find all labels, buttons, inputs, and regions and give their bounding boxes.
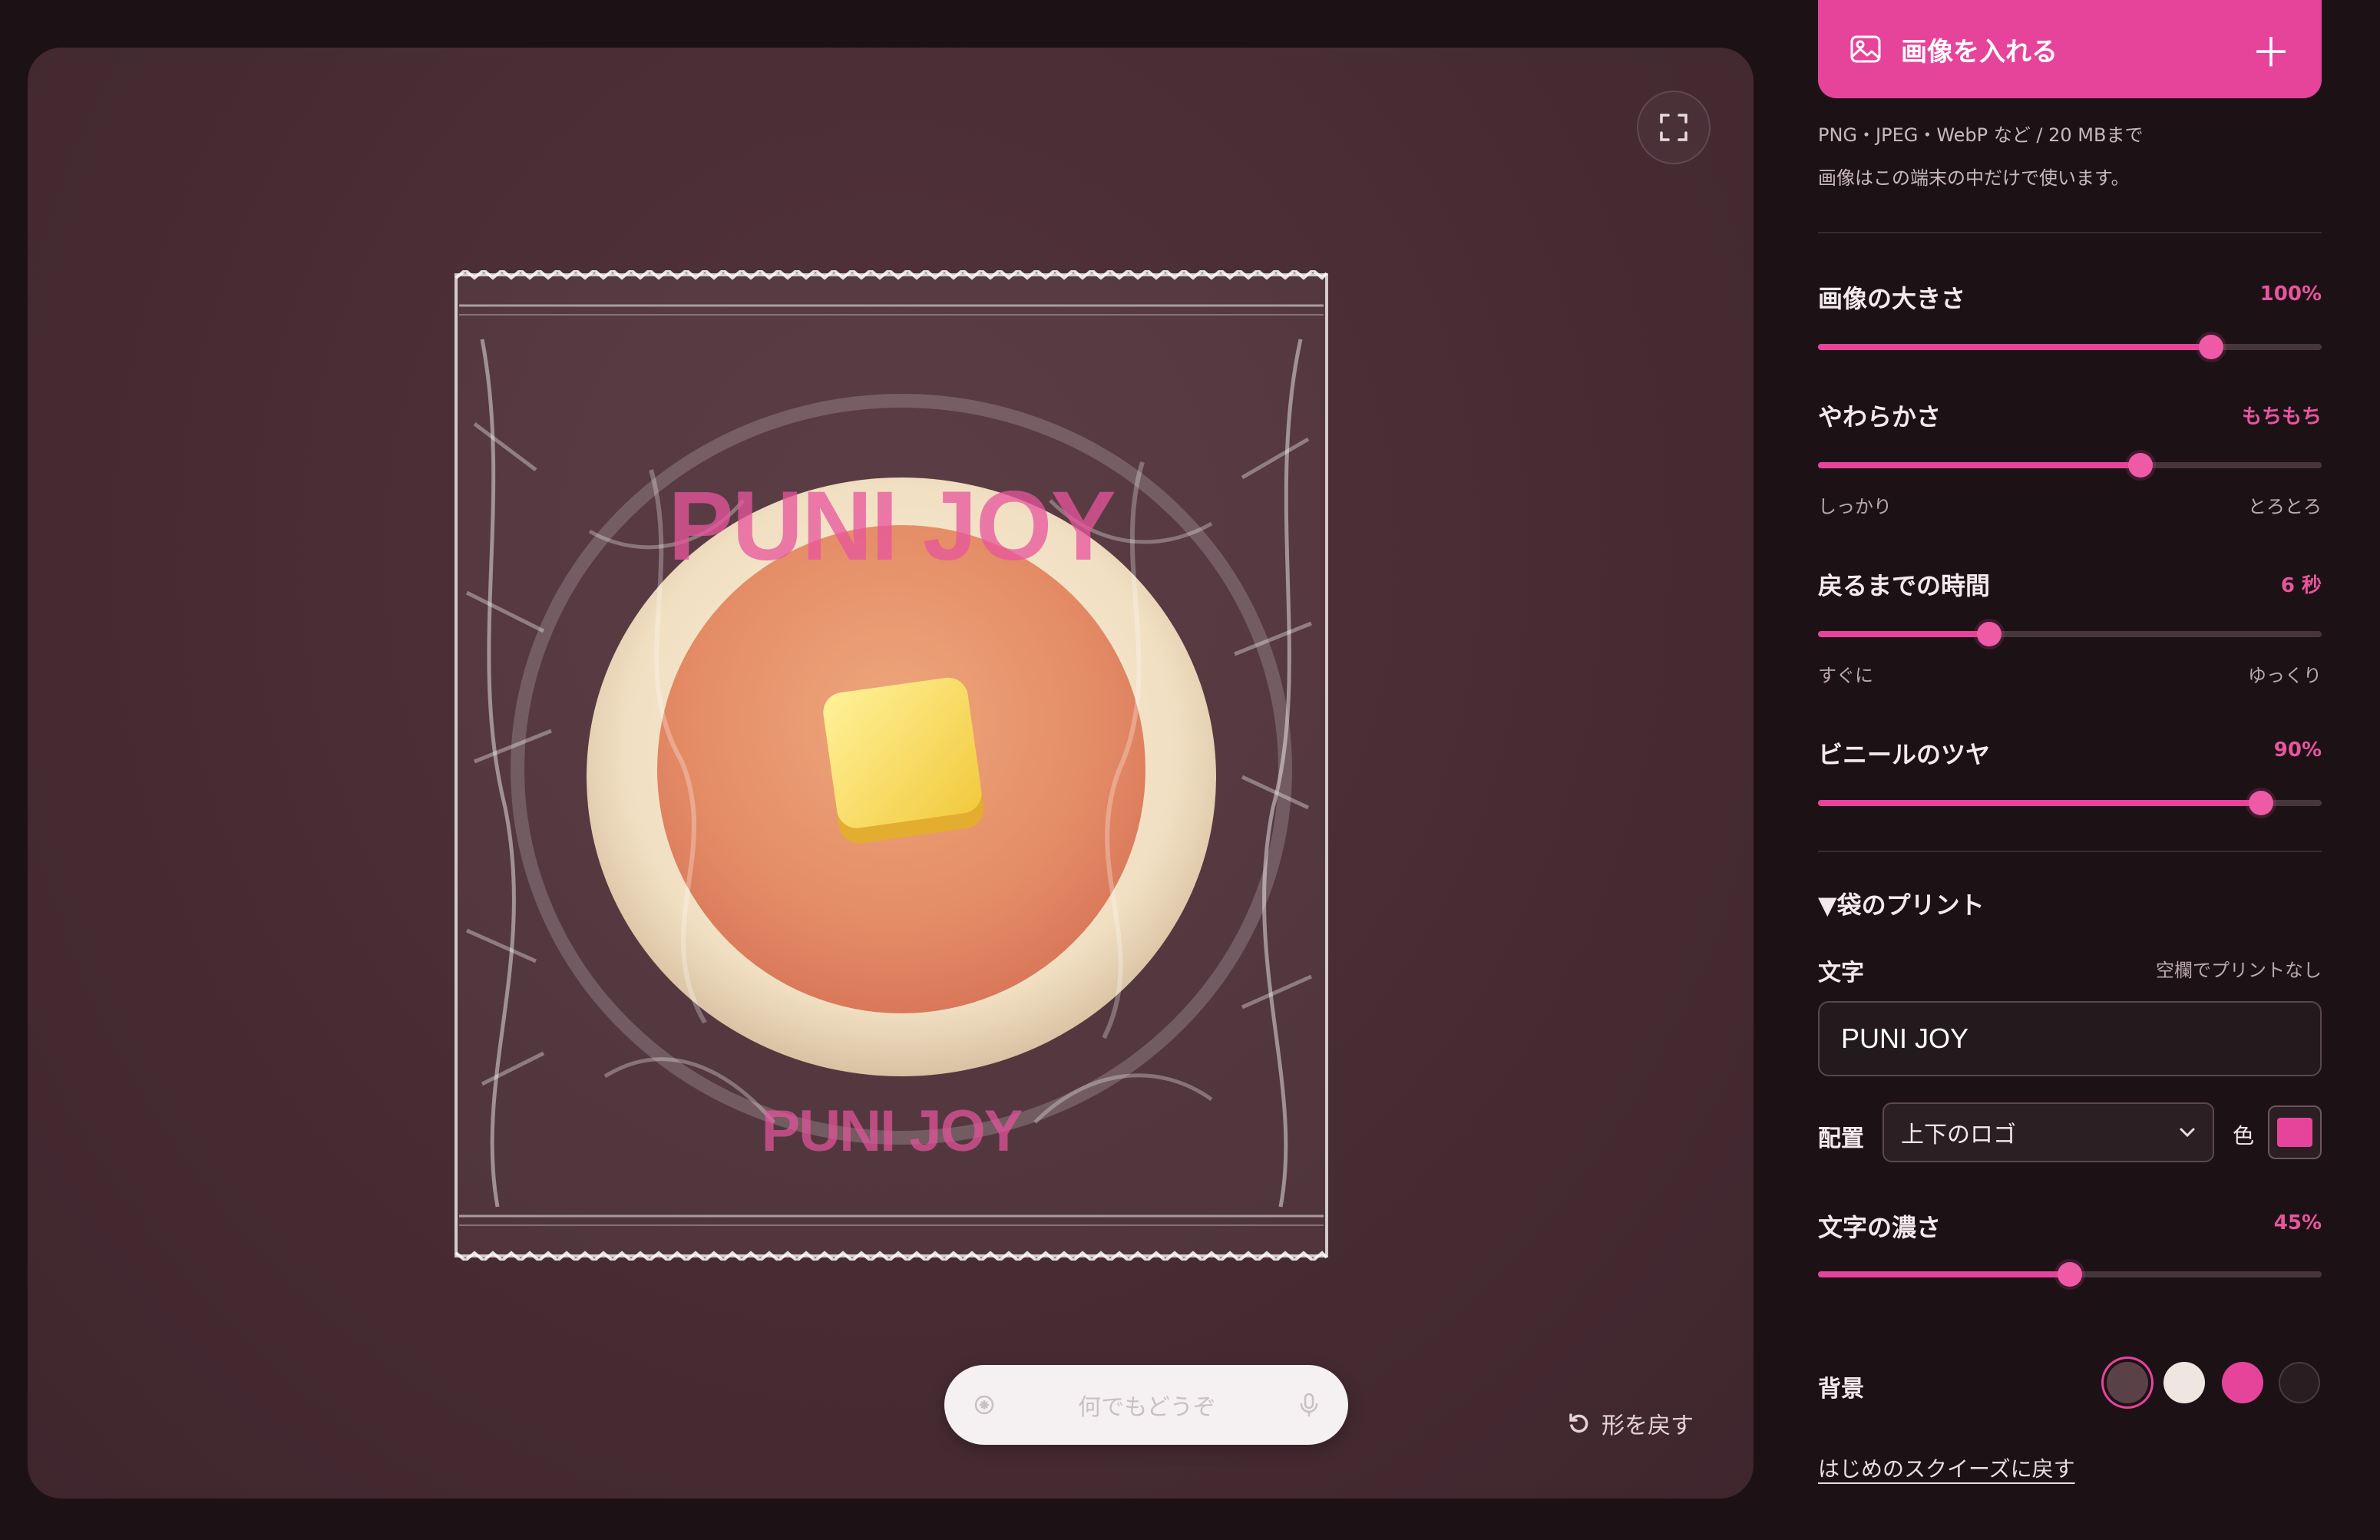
softness-min-label: しっかり	[1818, 496, 1892, 517]
slider-fill	[1818, 1271, 2070, 1277]
background-option[interactable]	[2279, 1362, 2320, 1403]
reset-shape-label: 形を戻す	[1602, 1413, 1694, 1439]
upload-image-button[interactable]: 画像を入れる ＋	[1818, 0, 2322, 98]
color-label: 色	[2233, 1123, 2255, 1148]
print-color-chip	[2277, 1118, 2312, 1147]
upload-label: 画像を入れる	[1901, 36, 2058, 68]
slider-fill	[1818, 344, 2211, 350]
slider-thumb[interactable]	[2249, 791, 2274, 815]
slider-thumb[interactable]	[2198, 335, 2223, 359]
divider	[1818, 851, 2322, 852]
slider-thumb[interactable]	[2127, 453, 2153, 478]
settings-panel: 画像を入れる ＋ PNG・JPEG・WebP など / 20 MBまで 画像はこ…	[1818, 0, 2322, 1540]
slider-fill	[1818, 462, 2140, 468]
softness-max-label: とろとろ	[2248, 496, 2322, 517]
squeeze-bag[interactable]: PUNI JOY PUNI JOY	[451, 270, 1331, 1261]
background-option[interactable]	[2222, 1362, 2263, 1403]
bag-print-top: PUNI JOY	[668, 471, 1116, 581]
layout-label: 配置	[1818, 1125, 1864, 1152]
microphone-icon[interactable]	[1297, 1392, 1321, 1418]
return-time-label: 戻るまでの時間	[1818, 571, 1991, 600]
image-size-slider[interactable]	[1818, 335, 2322, 359]
undo-icon	[1569, 1413, 1588, 1433]
softness-value: もちもち	[2241, 405, 2322, 428]
print-color-picker[interactable]	[2268, 1105, 2322, 1159]
return-time-slider[interactable]	[1818, 622, 2322, 646]
softness-slider[interactable]	[1818, 453, 2322, 478]
assistant-icon	[974, 1395, 994, 1415]
reset-squeeze-link[interactable]: はじめのスクイーズに戻す	[1818, 1452, 2075, 1483]
fullscreen-button[interactable]	[1637, 91, 1711, 164]
bag-print-bottom: PUNI JOY	[761, 1099, 1023, 1164]
plus-icon: ＋	[2250, 30, 2291, 77]
divider	[1818, 232, 2322, 233]
layout-select[interactable]: 上下のロゴ	[1883, 1102, 2214, 1162]
background-option[interactable]	[2107, 1362, 2148, 1403]
slider-fill	[1818, 631, 1990, 637]
softness-label: やわらかさ	[1818, 402, 1942, 431]
return-time-min-label: すぐに	[1818, 665, 1873, 686]
vinyl-gloss-slider[interactable]	[1818, 791, 2322, 815]
fullscreen-icon	[1660, 114, 1687, 141]
slider-fill	[1818, 800, 2262, 806]
vinyl-gloss-value: 90%	[2273, 739, 2322, 762]
prompt-placeholder[interactable]: 何でもどうぞ	[1078, 1388, 1215, 1422]
bag-print-toggle[interactable]: ▼袋のプリント	[1818, 886, 1985, 921]
text-density-value: 45%	[2273, 1211, 2322, 1234]
image-size-label: 画像の大きさ	[1818, 284, 1966, 313]
reset-shape-button[interactable]: 形を戻す	[1568, 1406, 1694, 1440]
image-icon	[1850, 35, 1881, 63]
background-label: 背景	[1818, 1376, 1864, 1403]
slider-thumb[interactable]	[2058, 1262, 2082, 1287]
print-text-label: 文字	[1818, 960, 1864, 986]
background-option[interactable]	[2163, 1362, 2205, 1403]
chevron-down-icon	[2180, 1128, 2195, 1138]
text-density-label: 文字の濃さ	[1818, 1213, 1942, 1242]
image-size-value: 100%	[2259, 283, 2322, 306]
print-text-hint: 空欄でプリントなし	[2156, 960, 2322, 981]
vinyl-gloss-label: ビニールのツヤ	[1818, 740, 1991, 769]
slider-thumb[interactable]	[1977, 622, 2002, 646]
return-time-value: 6 秒	[2280, 574, 2322, 597]
prompt-bar[interactable]: 何でもどうぞ	[944, 1365, 1348, 1445]
print-text-input[interactable]: PUNI JOY	[1818, 1001, 2322, 1076]
layout-select-value: 上下のロゴ	[1901, 1122, 2016, 1148]
return-time-max-label: ゆっくり	[2248, 665, 2322, 686]
text-density-slider[interactable]	[1818, 1262, 2322, 1287]
preview-stage[interactable]: PUNI JOY PUNI JOY 形を戻す	[28, 48, 1754, 1499]
privacy-hint: 画像はこの端末の中だけで使います。	[1818, 167, 2130, 189]
format-hint: PNG・JPEG・WebP など / 20 MBまで	[1818, 124, 2144, 146]
